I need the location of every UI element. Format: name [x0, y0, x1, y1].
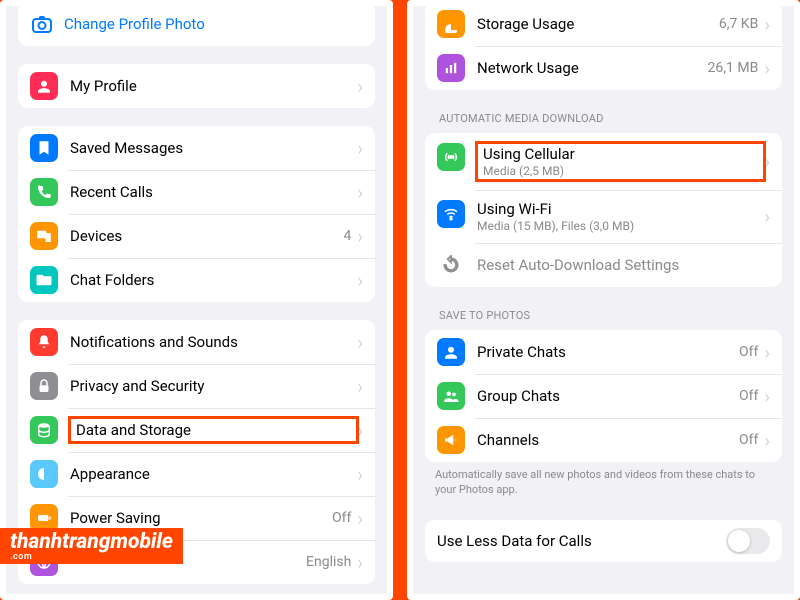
channels-value: Off	[739, 432, 758, 448]
lock-icon	[30, 372, 58, 400]
use-less-data-label: Use Less Data for Calls	[437, 532, 726, 550]
change-photo-row[interactable]: Change Profile Photo	[18, 2, 375, 46]
devices-label: Devices	[70, 227, 343, 245]
devices-icon	[30, 222, 58, 250]
phone-icon	[30, 178, 58, 206]
chevron-right-icon: ›	[357, 509, 363, 528]
saved-messages-label: Saved Messages	[70, 139, 357, 157]
wifi-icon	[437, 200, 465, 228]
privacy-row[interactable]: Privacy and Security ›	[18, 364, 375, 408]
reset-icon	[437, 251, 465, 279]
appearance-icon	[30, 460, 58, 488]
recent-calls-row[interactable]: Recent Calls ›	[18, 170, 375, 214]
reset-label: Reset Auto-Download Settings	[477, 256, 770, 274]
using-cellular-label: Using Cellular	[483, 145, 758, 163]
storage-usage-value: 6,7 KB	[719, 16, 758, 32]
change-photo-label: Change Profile Photo	[64, 15, 205, 33]
folder-icon	[30, 266, 58, 294]
notifications-row[interactable]: Notifications and Sounds ›	[18, 320, 375, 364]
chevron-right-icon: ›	[764, 343, 770, 362]
privacy-label: Privacy and Security	[70, 377, 357, 395]
chevron-right-icon: ›	[357, 183, 363, 202]
using-wifi-row[interactable]: Using Wi-Fi Media (15 MB), Files (3,0 MB…	[425, 190, 782, 243]
camera-icon	[30, 12, 54, 36]
use-less-data-toggle[interactable]	[726, 528, 770, 554]
network-usage-label: Network Usage	[477, 59, 708, 77]
chevron-right-icon: ›	[357, 227, 363, 246]
bookmark-icon	[30, 134, 58, 162]
saved-messages-row[interactable]: Saved Messages ›	[18, 126, 375, 170]
reset-auto-download-row[interactable]: Reset Auto-Download Settings	[425, 243, 782, 287]
data-storage-label: Data and Storage	[70, 418, 357, 442]
section-auto-download: AUTOMATIC MEDIA DOWNLOAD	[413, 108, 794, 129]
power-saving-label: Power Saving	[70, 509, 332, 527]
group-icon	[437, 382, 465, 410]
private-chats-row[interactable]: Private Chats Off ›	[425, 330, 782, 374]
chevron-right-icon: ›	[764, 152, 770, 171]
chevron-right-icon: ›	[357, 553, 363, 572]
chevron-right-icon: ›	[357, 377, 363, 396]
network-usage-row[interactable]: Network Usage 26,1 MB ›	[425, 46, 782, 90]
chevron-right-icon: ›	[764, 387, 770, 406]
using-cellular-row[interactable]: Using Cellular Media (2,5 MB) ›	[425, 133, 782, 190]
chart-icon	[437, 54, 465, 82]
private-chats-value: Off	[739, 344, 758, 360]
data-storage-row[interactable]: Data and Storage ›	[18, 408, 375, 452]
use-less-data-row[interactable]: Use Less Data for Calls	[425, 520, 782, 562]
language-value: English	[306, 554, 351, 570]
appearance-label: Appearance	[70, 465, 357, 483]
chat-folders-label: Chat Folders	[70, 271, 357, 289]
chat-folders-row[interactable]: Chat Folders ›	[18, 258, 375, 302]
chevron-right-icon: ›	[357, 139, 363, 158]
watermark-tld: .com	[10, 553, 173, 562]
chevron-right-icon: ›	[357, 271, 363, 290]
devices-row[interactable]: Devices 4 ›	[18, 214, 375, 258]
using-cellular-sub: Media (2,5 MB)	[483, 164, 758, 178]
chevron-right-icon: ›	[764, 15, 770, 34]
megaphone-icon	[437, 426, 465, 454]
storage-usage-label: Storage Usage	[477, 15, 719, 33]
storage-icon	[437, 10, 465, 38]
channels-row[interactable]: Channels Off ›	[425, 418, 782, 462]
save-photos-footer: Automatically save all new photos and vi…	[413, 468, 794, 508]
chevron-right-icon: ›	[357, 333, 363, 352]
power-saving-value: Off	[332, 510, 351, 526]
watermark-logo: thanhtrangmobile .com	[0, 528, 183, 564]
chevron-right-icon: ›	[764, 207, 770, 226]
cellular-icon	[437, 143, 465, 171]
using-wifi-sub: Media (15 MB), Files (3,0 MB)	[477, 219, 764, 233]
my-profile-label: My Profile	[70, 77, 357, 95]
chevron-right-icon: ›	[357, 77, 363, 96]
appearance-row[interactable]: Appearance ›	[18, 452, 375, 496]
group-chats-label: Group Chats	[477, 387, 739, 405]
group-chats-value: Off	[739, 388, 758, 404]
using-wifi-label: Using Wi-Fi	[477, 200, 764, 218]
my-profile-row[interactable]: My Profile ›	[18, 64, 375, 108]
group-chats-row[interactable]: Group Chats Off ›	[425, 374, 782, 418]
chevron-right-icon: ›	[764, 431, 770, 450]
chevron-right-icon: ›	[357, 465, 363, 484]
person-icon	[437, 338, 465, 366]
notifications-label: Notifications and Sounds	[70, 333, 357, 351]
chevron-right-icon: ›	[357, 421, 363, 440]
profile-icon	[30, 72, 58, 100]
recent-calls-label: Recent Calls	[70, 183, 357, 201]
bell-icon	[30, 328, 58, 356]
network-usage-value: 26,1 MB	[708, 60, 759, 76]
section-save-photos: SAVE TO PHOTOS	[413, 305, 794, 326]
private-chats-label: Private Chats	[477, 343, 739, 361]
channels-label: Channels	[477, 431, 739, 449]
database-icon	[30, 416, 58, 444]
storage-usage-row[interactable]: Storage Usage 6,7 KB ›	[425, 2, 782, 46]
devices-count: 4	[343, 228, 351, 244]
watermark-brand: thanhtrangmobile	[10, 530, 173, 554]
chevron-right-icon: ›	[764, 59, 770, 78]
